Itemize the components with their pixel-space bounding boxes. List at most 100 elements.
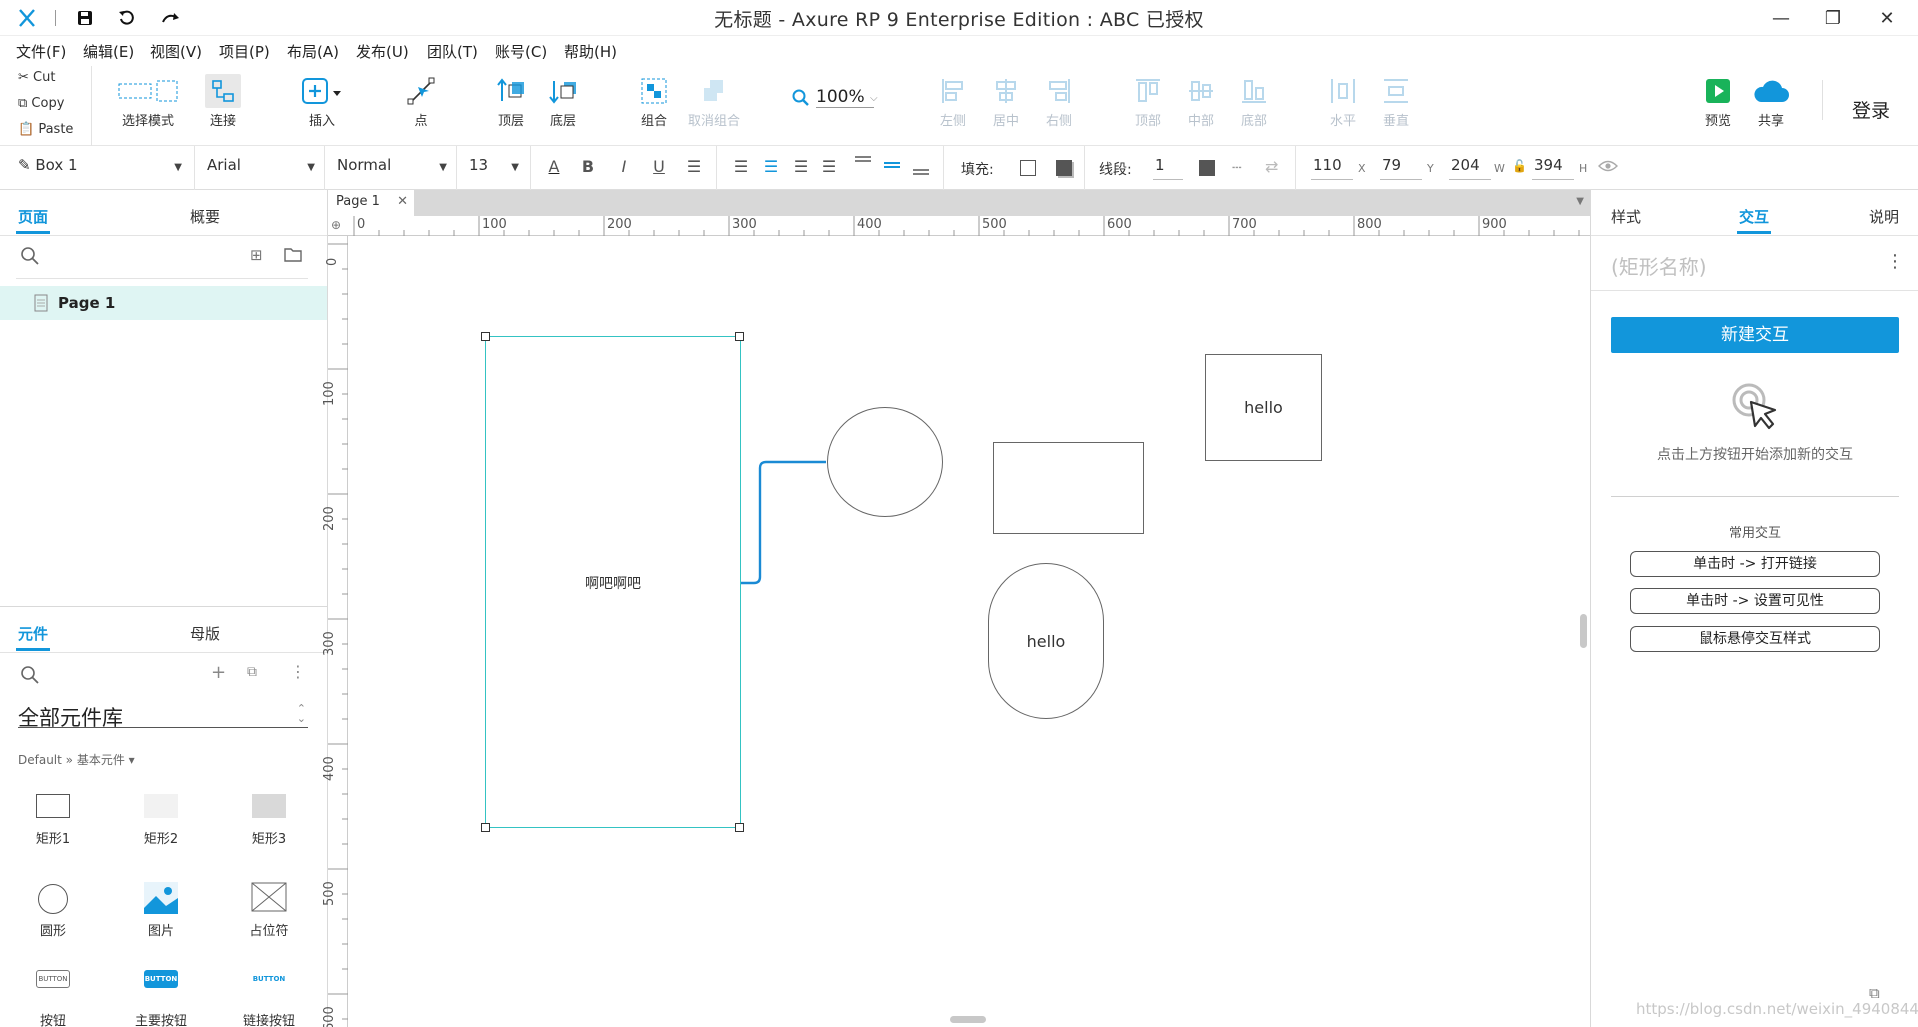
vertical-scrollbar[interactable] bbox=[1580, 614, 1587, 648]
box1-rectangle[interactable]: 啊吧啊吧 bbox=[485, 336, 741, 828]
width-input[interactable]: 204 bbox=[1449, 156, 1491, 180]
copy-button[interactable]: ⧉ Copy bbox=[18, 96, 64, 111]
font-size-select[interactable]: 13 ▼ bbox=[469, 156, 521, 180]
stroke-color-swatch[interactable] bbox=[1199, 160, 1215, 176]
bold-icon[interactable]: B bbox=[577, 157, 599, 176]
new-interaction-button[interactable]: 新建交互 bbox=[1611, 317, 1899, 353]
widget-link-button[interactable]: BUTTON 链接按钮 bbox=[234, 970, 304, 1027]
align-bottom-button[interactable]: 底部 bbox=[1224, 74, 1284, 129]
resize-handle[interactable] bbox=[735, 332, 744, 341]
select-mode-button[interactable]: 选择模式 bbox=[118, 74, 178, 129]
widget-button[interactable]: BUTTON 按钮 bbox=[18, 970, 88, 1027]
insert-button[interactable]: 插入 bbox=[292, 74, 352, 129]
tab-widgets[interactable]: 元件 bbox=[18, 623, 48, 644]
menu-team[interactable]: 团队(T) bbox=[427, 41, 478, 62]
text-align-left-icon[interactable]: ☰ bbox=[730, 157, 752, 176]
menu-file[interactable]: 文件(F) bbox=[16, 41, 66, 62]
hello-square-shape[interactable]: hello bbox=[1205, 354, 1322, 461]
bullet-list-icon[interactable]: ☰ bbox=[683, 157, 705, 176]
lock-icon[interactable]: 🔓 bbox=[1512, 159, 1527, 173]
tab-dropdown-icon[interactable]: ▼ bbox=[1576, 196, 1584, 207]
resize-handle[interactable] bbox=[481, 332, 490, 341]
more-vertical-icon[interactable]: ⋮ bbox=[290, 662, 306, 681]
vertical-align-bottom-icon[interactable] bbox=[910, 154, 932, 180]
vertical-align-middle-icon[interactable] bbox=[881, 154, 903, 180]
font-family-select[interactable]: Arial ▼ bbox=[207, 156, 317, 180]
resize-handle[interactable] bbox=[735, 823, 744, 832]
menu-edit[interactable]: 编辑(E) bbox=[83, 41, 134, 62]
ruler-origin-icon[interactable]: ⊕ bbox=[331, 218, 341, 232]
send-to-bottom-button[interactable]: 底层 bbox=[533, 74, 593, 129]
menu-layout[interactable]: 布局(A) bbox=[287, 41, 339, 62]
page-tab[interactable]: Page 1 ✕ bbox=[328, 190, 414, 216]
preview-button[interactable]: 预览 bbox=[1688, 74, 1748, 129]
vertical-align-top-icon[interactable] bbox=[852, 154, 874, 180]
menu-view[interactable]: 视图(V) bbox=[150, 41, 202, 62]
add-folder-icon[interactable] bbox=[284, 246, 302, 266]
widget-rectangle3[interactable]: 矩形3 bbox=[234, 788, 304, 848]
point-button[interactable]: 点 bbox=[391, 74, 451, 129]
menu-project[interactable]: 项目(P) bbox=[219, 41, 270, 62]
more-vertical-icon[interactable]: ⋮ bbox=[1886, 251, 1904, 272]
menu-publish[interactable]: 发布(U) bbox=[356, 41, 409, 62]
circle-shape[interactable] bbox=[827, 407, 943, 517]
onclick-set-visibility-button[interactable]: 单击时 -> 设置可见性 bbox=[1630, 588, 1880, 614]
y-input[interactable]: 79 bbox=[1380, 156, 1422, 180]
font-color-icon[interactable]: A bbox=[543, 157, 565, 176]
menu-account[interactable]: 账号(C) bbox=[495, 41, 547, 62]
text-align-center-icon[interactable]: ☰ bbox=[760, 157, 782, 176]
underline-icon[interactable]: U bbox=[648, 157, 670, 176]
zoom-control[interactable]: 100% ⌵ bbox=[792, 87, 882, 113]
add-page-icon[interactable]: ⊞ bbox=[250, 246, 263, 264]
connect-button[interactable]: 连接 bbox=[193, 74, 253, 129]
text-align-right-icon[interactable]: ☰ bbox=[790, 157, 812, 176]
paste-button[interactable]: 📋 Paste bbox=[18, 122, 73, 137]
distribute-vertical-button[interactable]: 垂直 bbox=[1366, 74, 1426, 129]
menu-help[interactable]: 帮助(H) bbox=[564, 41, 617, 62]
resize-handle[interactable] bbox=[481, 823, 490, 832]
tab-pages[interactable]: 页面 bbox=[18, 206, 48, 227]
widget-circle[interactable]: 圆形 bbox=[18, 880, 88, 940]
bring-to-top-button[interactable]: 顶层 bbox=[481, 74, 541, 129]
add-library-icon[interactable]: + bbox=[211, 662, 226, 683]
close-tab-icon[interactable]: ✕ bbox=[397, 194, 408, 209]
rectangle-shape[interactable] bbox=[993, 442, 1144, 534]
library-manage-icon[interactable]: ⧉ bbox=[247, 664, 257, 680]
x-input[interactable]: 110 bbox=[1311, 156, 1353, 180]
align-middle-button[interactable]: 中部 bbox=[1171, 74, 1231, 129]
align-left-button[interactable]: 左侧 bbox=[923, 74, 983, 129]
tab-interactions[interactable]: 交互 bbox=[1739, 206, 1769, 227]
height-input[interactable]: 394 bbox=[1532, 156, 1574, 180]
library-breadcrumb[interactable]: Default » 基本元件 ▾ bbox=[18, 751, 135, 768]
align-top-button[interactable]: 顶部 bbox=[1118, 74, 1178, 129]
tab-notes[interactable]: 说明 bbox=[1869, 206, 1899, 227]
visibility-eye-icon[interactable] bbox=[1598, 158, 1618, 178]
stroke-width-input[interactable]: 1 bbox=[1153, 156, 1183, 180]
login-link[interactable]: 登录 bbox=[1852, 96, 1890, 123]
group-button[interactable]: 组合 bbox=[624, 74, 684, 129]
design-canvas[interactable]: 啊吧啊吧 hello hello bbox=[348, 236, 1590, 1027]
italic-icon[interactable]: I bbox=[613, 157, 635, 176]
share-button[interactable]: 共享 bbox=[1741, 74, 1801, 129]
search-icon[interactable] bbox=[20, 246, 40, 270]
font-weight-select[interactable]: Normal ▼ bbox=[337, 156, 449, 180]
tab-masters[interactable]: 母版 bbox=[190, 623, 220, 644]
text-justify-icon[interactable]: ☰ bbox=[818, 157, 840, 176]
arrow-style-icon[interactable]: ⇄ bbox=[1265, 157, 1278, 176]
widget-primary-button[interactable]: BUTTON 主要按钮 bbox=[126, 970, 196, 1027]
shadow-swatch[interactable] bbox=[1056, 160, 1072, 176]
widget-placeholder[interactable]: 占位符 bbox=[234, 880, 304, 940]
cut-button[interactable]: ✂ Cut bbox=[18, 70, 55, 85]
widget-rectangle1[interactable]: 矩形1 bbox=[18, 788, 88, 848]
hover-style-button[interactable]: 鼠标悬停交互样式 bbox=[1630, 626, 1880, 652]
distribute-horizontal-button[interactable]: 水平 bbox=[1313, 74, 1373, 129]
library-select[interactable]: 全部元件库 ⌃ ⌄ bbox=[18, 702, 308, 730]
tab-outline[interactable]: 概要 bbox=[190, 206, 220, 227]
stroke-pattern-icon[interactable]: ┄ bbox=[1232, 158, 1242, 177]
shape-name-input[interactable]: (矩形名称) bbox=[1611, 251, 1707, 280]
minimize-button[interactable]: — bbox=[1766, 6, 1796, 30]
close-button[interactable]: ✕ bbox=[1872, 6, 1902, 30]
horizontal-scrollbar[interactable] bbox=[950, 1016, 986, 1023]
restore-button[interactable]: ❐ bbox=[1818, 6, 1848, 30]
fill-color-swatch[interactable] bbox=[1020, 160, 1036, 176]
